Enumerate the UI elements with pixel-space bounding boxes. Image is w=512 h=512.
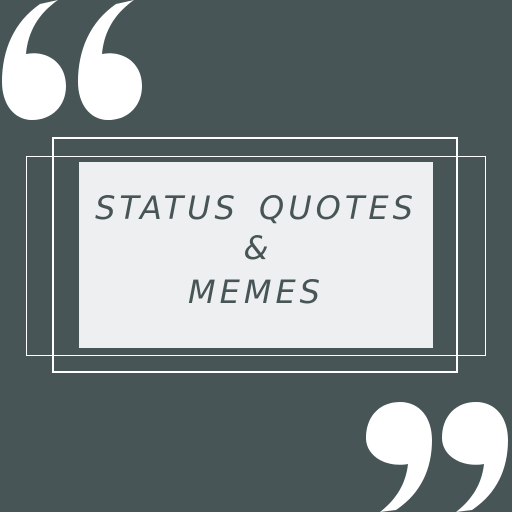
close-quote-icon [366,402,508,512]
title-line-memes: MEMES [188,273,324,311]
title-panel: STATUS QUOTES & MEMES [79,162,433,348]
open-quote-icon [2,0,142,120]
title-line-status-quotes: STATUS QUOTES [95,189,417,227]
app-icon-canvas: STATUS QUOTES & MEMES [0,0,512,512]
title-line-ampersand: & [243,229,269,267]
